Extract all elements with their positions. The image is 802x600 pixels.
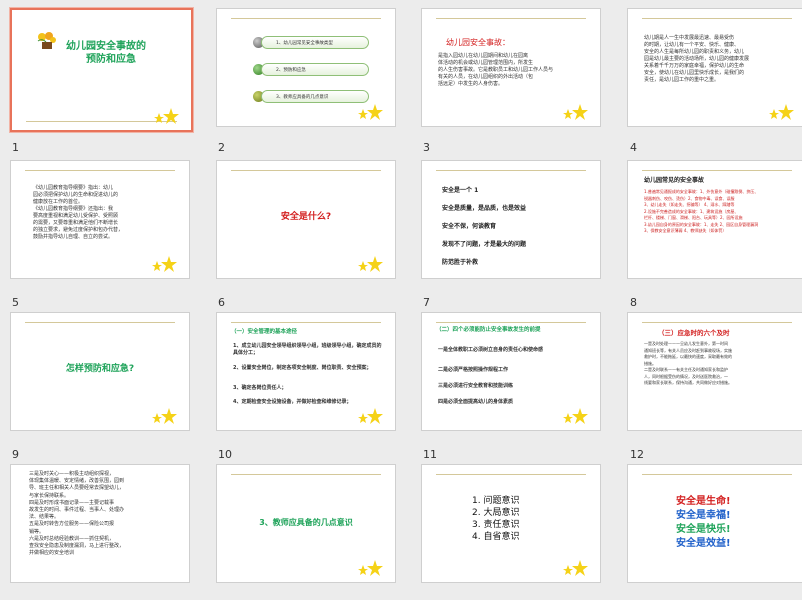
- stars-icon: [358, 408, 383, 424]
- flower-pot-image: [36, 32, 58, 50]
- slide-thumbnail-12[interactable]: （三）应急时的六个及时 一是及时处理——一旦幼儿发生意外，第一时间 通知班长等，…: [627, 312, 802, 431]
- slide-15-item-1: 1. 问题意识: [472, 496, 520, 506]
- slide-thumbnail-1[interactable]: 幼儿园安全事故的 预防和应急: [10, 8, 193, 132]
- slide-thumbnail-7[interactable]: 安全是一个 1 安全是质量，是品质，也是效益 安全不保，何谈教育 发现不了问题，…: [421, 160, 601, 279]
- decorative-line: [642, 322, 792, 323]
- slide-10-line-4: 4、定期检查安全设施设备，并做好检查和维修记录；: [233, 399, 352, 405]
- decorative-line: [231, 18, 381, 19]
- slide-11-line-3: 三是必须进行安全教育和技能训练: [438, 383, 514, 389]
- decorative-line: [436, 322, 586, 323]
- slide-1-title-line1: 幼儿园安全事故的: [66, 41, 146, 52]
- decorative-line: [231, 322, 381, 323]
- slide-16-line-4: 安全是效益!: [676, 538, 731, 549]
- slide-thumbnail-3[interactable]: 幼儿园安全事故： 是指入园幼儿在幼儿园期间和幼儿在园离 体活动的机会或幼儿园管理…: [421, 8, 601, 127]
- menu-item-2: 2、预防和应急: [261, 63, 369, 76]
- stars-icon: [563, 560, 588, 576]
- slide-16-line-1: 安全是生命!: [676, 496, 731, 507]
- slide-15-list: 1. 问题意识 2. 大局意识 3. 责任意识 4. 自省意识: [472, 495, 519, 543]
- slide-14-title: 3、教师应具备的几点意识: [259, 518, 353, 527]
- slide-number: 12: [630, 448, 644, 461]
- stars-icon: [563, 104, 588, 120]
- slide-7-line-3: 安全不保，何谈教育: [442, 223, 497, 230]
- decorative-line: [231, 170, 381, 171]
- decorative-line: [642, 474, 792, 475]
- slide-10-line-2: 2、设置安全岗位，制定各项安全制度、岗位职责、安全预案；: [233, 365, 372, 371]
- slide-13-body: 三是及时关心——积极主动组织探视， 体现集体温暖、安定情绪，改善氛围，园到 导、…: [29, 471, 125, 557]
- slide-15-item-2: 2. 大局意识: [472, 508, 520, 518]
- slide-7-line-5: 防范胜于补救: [442, 259, 479, 266]
- slide-1-title-line2: 预防和应急: [86, 54, 136, 65]
- slide-16-line-2: 安全是幸福!: [676, 510, 731, 521]
- slide-7-line-2: 安全是质量，是品质，也是效益: [442, 205, 527, 212]
- stars-icon: [358, 256, 383, 272]
- stars-icon: [563, 408, 588, 424]
- slide-number: 11: [423, 448, 437, 461]
- slide-6-title: 安全是什么?: [280, 212, 332, 222]
- slide-10-title: （一）安全管理的基本途径: [231, 329, 298, 335]
- slide-thumbnail-10[interactable]: （一）安全管理的基本途径 1、成立幼儿园安全领导组织领导小组，班级领导小组，确定…: [216, 312, 396, 431]
- slide-12-title: （三）应急时的六个及时: [658, 329, 730, 337]
- decorative-line: [231, 474, 381, 475]
- slide-number: 3: [423, 141, 430, 154]
- slide-15-item-4: 4. 自省意识: [472, 532, 520, 542]
- slide-16-list: 安全是生命! 安全是幸福! 安全是快乐! 安全是效益!: [676, 495, 731, 551]
- slide-thumbnail-15[interactable]: 1. 问题意识 2. 大局意识 3. 责任意识 4. 自省意识: [421, 464, 601, 583]
- decorative-line: [642, 170, 792, 171]
- slide-10-line-1: 1、成立幼儿园安全领导组织领导小组，班级领导小组，确定成员的具体分工；: [233, 343, 382, 356]
- slide-15-item-3: 3. 责任意识: [472, 520, 520, 530]
- decorative-line: [436, 170, 586, 171]
- stars-icon: [358, 560, 383, 576]
- slide-thumbnail-5[interactable]: 《幼儿园教育指导纲要》指出：幼儿 园必须把保护幼儿的生命和促进幼儿的 健康放在工…: [10, 160, 190, 279]
- slide-11-line-2: 二是必须严格按照操作规程工作: [438, 367, 509, 373]
- slide-thumbnail-9[interactable]: 怎样预防和应急?: [10, 312, 190, 431]
- stars-icon: [769, 104, 794, 120]
- slide-12-body: 一是及时处理——一旦幼儿发生意外，第一时间 通知班长等，有关人员应及时赶到事故现…: [644, 341, 732, 385]
- slide-number: 4: [630, 141, 637, 154]
- slide-number: 7: [423, 296, 430, 309]
- decorative-line: [25, 322, 175, 323]
- slide-5-body: 《幼儿园教育指导纲要》指出：幼儿 园必须把保护幼儿的生命和促进幼儿的 健康放在工…: [33, 185, 124, 240]
- decorative-line: [25, 170, 175, 171]
- slide-number: 1: [12, 141, 19, 154]
- slide-8-title: 幼儿园常见的安全事故: [644, 177, 705, 184]
- slide-thumbnail-13[interactable]: 三是及时关心——积极主动组织探视， 体现集体温暖、安定情绪，改善氛围，园到 导、…: [10, 464, 190, 583]
- decorative-line: [436, 18, 586, 19]
- slide-9-title: 怎样预防和应急?: [65, 364, 135, 374]
- slide-11-title: （二）四个必须能防止安全事故发生的前提: [436, 327, 541, 333]
- slide-thumbnail-4[interactable]: 幼儿期是人一生中发展最迅速、最易受伤 的时期，让幼儿有一个平安、快乐、健康、 安…: [627, 8, 802, 127]
- menu-item-1: 1、幼儿园常见安全事故类型: [261, 36, 369, 49]
- slide-thumbnail-14[interactable]: 3、教师应具备的几点意识: [216, 464, 396, 583]
- slide-7-line-4: 发现不了问题，才是最大的问题: [442, 241, 527, 248]
- stars-icon: [358, 104, 383, 120]
- slide-11-line-1: 一是全体教职工必须树立自身的责任心和使命感: [438, 347, 544, 353]
- slide-4-body: 幼儿期是人一生中发展最迅速、最易受伤 的时期，让幼儿有一个平安、快乐、健康、 安…: [644, 35, 750, 83]
- stars-icon: [154, 108, 179, 124]
- slide-number: 8: [630, 296, 637, 309]
- stars-icon: [152, 408, 177, 424]
- slide-number: 10: [218, 448, 232, 461]
- slide-3-body: 是指入园幼儿在幼儿园期间和幼儿在园离 体活动的机会或幼儿园管理范围内，所发生 的…: [438, 53, 554, 87]
- slide-thumbnail-8[interactable]: 幼儿园常见的安全事故 1.普遍常见通报成的安全事故：1、外伤意外（碰撞跌倒、挤压…: [627, 160, 802, 279]
- slide-11-line-4: 四是必须全面提高幼儿的身体素质: [438, 399, 514, 405]
- decorative-line: [436, 474, 586, 475]
- slide-7-line-1: 安全是一个 1: [442, 187, 479, 194]
- slide-thumbnail-6[interactable]: 安全是什么?: [216, 160, 396, 279]
- slide-3-title: 幼儿园安全事故：: [446, 38, 510, 47]
- slide-10-line-3: 3、确定各岗位责任人；: [233, 385, 287, 391]
- slide-number: 5: [12, 296, 19, 309]
- decorative-line: [642, 18, 792, 19]
- slide-number: 9: [12, 448, 19, 461]
- stars-icon: [152, 256, 177, 272]
- slide-16-line-3: 安全是快乐!: [676, 524, 731, 535]
- slide-number: 6: [218, 296, 225, 309]
- slide-8-body: 1.普遍常见通报成的安全事故：1、外伤意外（碰撞跌倒、挤压、 锐器刺伤、咬伤、烫…: [644, 189, 759, 233]
- slide-number: 2: [218, 141, 225, 154]
- slide-thumbnail-11[interactable]: （二）四个必须能防止安全事故发生的前提 一是全体教职工必须树立自身的责任心和使命…: [421, 312, 601, 431]
- slide-thumbnail-16[interactable]: 安全是生命! 安全是幸福! 安全是快乐! 安全是效益!: [627, 464, 802, 583]
- menu-item-3: 3、教师应具备的几点意识: [261, 90, 369, 103]
- slide-thumbnail-2[interactable]: 1、幼儿园常见安全事故类型 2、预防和应急 3、教师应具备的几点意识: [216, 8, 396, 127]
- slide-1-title: 幼儿园安全事故的 预防和应急: [66, 40, 146, 66]
